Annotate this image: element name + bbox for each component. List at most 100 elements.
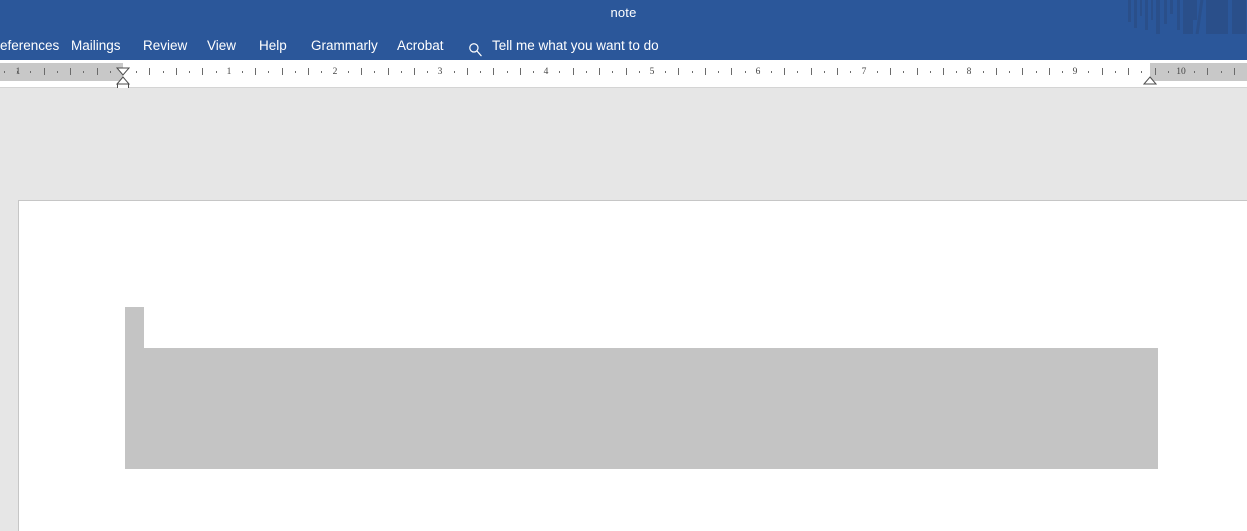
ruler-tick-eighth — [216, 71, 217, 73]
ruler-tick-quarter — [414, 68, 415, 75]
ribbon-tab-references[interactable]: eferences — [0, 31, 59, 60]
ruler-tick-eighth — [1009, 71, 1010, 73]
ruler-tick-eighth — [507, 71, 508, 73]
ruler-tick-eighth — [903, 71, 904, 73]
ruler-tick-quarter — [1102, 68, 1103, 75]
ruler-tick-eighth — [692, 71, 693, 73]
ruler-tick-eighth — [1221, 71, 1222, 73]
ruler-tick-eighth — [771, 71, 772, 73]
ruler-tick-eighth — [586, 71, 587, 73]
ruler-number: 6 — [755, 67, 761, 77]
ruler-number: 9 — [1072, 67, 1078, 77]
ruler-tick-quarter — [176, 68, 177, 75]
ruler-tick-quarter — [1207, 68, 1208, 75]
window-title: note — [610, 5, 637, 20]
ruler-tick-quarter — [705, 68, 706, 75]
ribbon-tab-review[interactable]: Review — [143, 31, 187, 60]
ruler-tick-quarter — [1049, 68, 1050, 75]
ruler-number: 4 — [543, 67, 549, 77]
title-bar: note eferences Mailings Review View Help… — [0, 0, 1247, 60]
ruler-tick-eighth — [242, 71, 243, 73]
ruler-tick-eighth — [374, 71, 375, 73]
ruler-tick-quarter — [943, 68, 944, 75]
ruler-tick-quarter — [811, 68, 812, 75]
ruler-tick-eighth — [930, 71, 931, 73]
ruler-tick-eighth — [295, 71, 296, 73]
ruler-tick-eighth — [348, 71, 349, 73]
ruler-tick-quarter — [70, 68, 71, 75]
ruler-tick-eighth — [189, 71, 190, 73]
ruler-tick-quarter — [599, 68, 600, 75]
ribbon-tab-grammarly[interactable]: Grammarly — [311, 31, 378, 60]
ruler-tick-quarter — [255, 68, 256, 75]
ruler-tick-quarter — [626, 68, 627, 75]
ruler-tick-eighth — [533, 71, 534, 73]
ruler-tick-quarter — [890, 68, 891, 75]
ruler-tick-quarter — [837, 68, 838, 75]
ruler-tick-eighth — [57, 71, 58, 73]
ruler-tick-eighth — [1168, 71, 1169, 73]
document-page[interactable] — [18, 200, 1247, 531]
ruler-tick-eighth — [1141, 71, 1142, 73]
ruler-tick-eighth — [454, 71, 455, 73]
ruler-tick-eighth — [83, 71, 84, 73]
ruler-tick-quarter — [1022, 68, 1023, 75]
ruler-tick-quarter — [361, 68, 362, 75]
ruler-number: 8 — [966, 67, 972, 77]
ruler-tick-quarter — [282, 68, 283, 75]
ruler-tick-eighth — [797, 71, 798, 73]
ruler-tick-eighth — [745, 71, 746, 73]
ruler-tick-eighth — [612, 71, 613, 73]
ruler-tick-eighth — [321, 71, 322, 73]
titlebar-decoration-bars — [1120, 0, 1247, 35]
ruler-tick-quarter — [996, 68, 997, 75]
ruler-number: 10 — [1176, 67, 1186, 77]
ruler-tick-eighth — [163, 71, 164, 73]
ruler-tick-eighth — [956, 71, 957, 73]
ruler-number: 3 — [437, 67, 443, 77]
ruler-number: 2 — [332, 67, 338, 77]
ruler-tick-eighth — [480, 71, 481, 73]
ruler-tick-eighth — [639, 71, 640, 73]
ruler-tick-eighth — [877, 71, 878, 73]
ruler-tick-eighth — [850, 71, 851, 73]
ruler-number: 1 — [226, 67, 232, 77]
ruler-track[interactable]: 1 2 3 4 5 6 7 8 9 10 1 — [0, 63, 1247, 81]
ruler-tick-eighth — [110, 71, 111, 73]
ruler-tick-quarter — [1234, 68, 1235, 75]
ruler-tick-eighth — [401, 71, 402, 73]
ribbon-tab-strip: eferences Mailings Review View Help Gram… — [0, 31, 1247, 60]
ruler-tick-quarter — [493, 68, 494, 75]
ruler-tick-eighth — [30, 71, 31, 73]
ribbon-tab-help[interactable]: Help — [259, 31, 287, 60]
ruler-tick-eighth — [1088, 71, 1089, 73]
tell-me-label: Tell me what you want to do — [492, 38, 659, 53]
ruler-tick-quarter — [202, 68, 203, 75]
ruler-tick-eighth — [824, 71, 825, 73]
ribbon-tab-view[interactable]: View — [207, 31, 236, 60]
ruler-tick-eighth — [718, 71, 719, 73]
ribbon-tab-acrobat[interactable]: Acrobat — [397, 31, 444, 60]
ruler-tick-quarter — [308, 68, 309, 75]
ruler-tick-quarter — [573, 68, 574, 75]
ruler-tick-quarter — [388, 68, 389, 75]
search-icon — [468, 38, 483, 57]
ribbon-tab-mailings[interactable]: Mailings — [71, 31, 121, 60]
ruler-tick-eighth — [1036, 71, 1037, 73]
ruler-number: 5 — [649, 67, 655, 77]
horizontal-ruler[interactable]: 1 2 3 4 5 6 7 8 9 10 1 — [0, 60, 1247, 94]
ruler-tick-eighth — [427, 71, 428, 73]
content-block-paragraph[interactable] — [125, 348, 1158, 469]
ruler-tick-quarter — [520, 68, 521, 75]
ruler-number: 7 — [861, 67, 867, 77]
ruler-tick-quarter — [44, 68, 45, 75]
ruler-tick-quarter — [784, 68, 785, 75]
ruler-tick-quarter — [678, 68, 679, 75]
ruler-tick-eighth — [1062, 71, 1063, 73]
ruler-tick-quarter — [97, 68, 98, 75]
ruler-tick-eighth — [559, 71, 560, 73]
content-block-cursor-line[interactable] — [125, 307, 144, 348]
ruler-tick-eighth — [1194, 71, 1195, 73]
ruler-tick-quarter — [1128, 68, 1129, 75]
ruler-tick-quarter — [467, 68, 468, 75]
